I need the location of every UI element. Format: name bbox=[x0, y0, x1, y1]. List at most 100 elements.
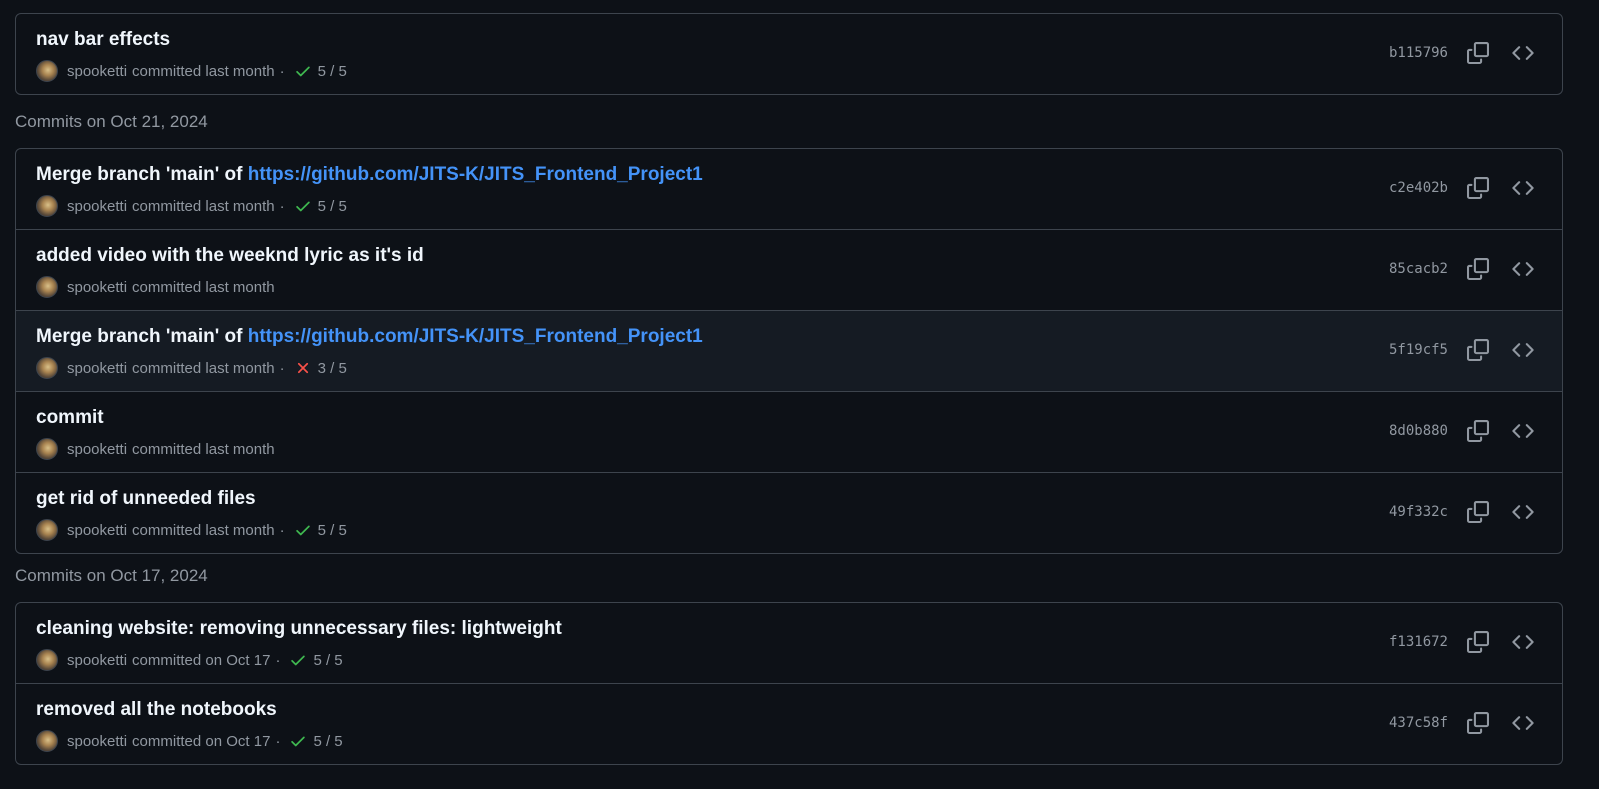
commit-group-header: Commits on Oct 17, 2024 bbox=[15, 566, 208, 585]
checks-count[interactable]: 5 / 5 bbox=[313, 652, 342, 669]
author-name[interactable]: spooketti bbox=[67, 522, 127, 539]
avatar[interactable] bbox=[36, 730, 58, 752]
avatar[interactable] bbox=[36, 60, 58, 82]
author-name[interactable]: spooketti bbox=[67, 652, 127, 669]
commit-meta: spooketti committed last month · 5 / 5 bbox=[36, 519, 347, 541]
commit-meta: spooketti committed on Oct 17 · 5 / 5 bbox=[36, 730, 343, 752]
meta-separator: · bbox=[275, 732, 281, 750]
commit-row[interactable]: get rid of unneeded files spooketti commit… bbox=[16, 472, 1562, 553]
commit-row[interactable]: commit spooketti committed last month 8d0b8… bbox=[16, 391, 1562, 472]
avatar[interactable] bbox=[36, 357, 58, 379]
commit-meta: spooketti committed last month bbox=[36, 276, 275, 298]
x-icon[interactable] bbox=[294, 359, 312, 377]
code-icon[interactable] bbox=[1510, 337, 1536, 363]
commit-time: committed last month bbox=[132, 521, 275, 539]
code-icon[interactable] bbox=[1510, 418, 1536, 444]
commit-list: Merge branch 'main' of https://github.co… bbox=[15, 148, 1563, 554]
check-icon[interactable] bbox=[294, 62, 312, 80]
commit-title[interactable]: Merge branch 'main' of https://github.co… bbox=[36, 326, 703, 348]
check-icon[interactable] bbox=[294, 197, 312, 215]
author-name[interactable]: spooketti bbox=[67, 279, 127, 296]
commit-meta: spooketti committed last month · 5 / 5 bbox=[36, 195, 347, 217]
commit-sha[interactable]: 8d0b880 bbox=[1389, 421, 1448, 441]
commit-message[interactable]: removed all the notebooks bbox=[36, 699, 277, 720]
avatar[interactable] bbox=[36, 195, 58, 217]
copy-icon[interactable] bbox=[1465, 256, 1491, 282]
commit-sha[interactable]: 49f332c bbox=[1389, 502, 1448, 522]
code-icon[interactable] bbox=[1510, 40, 1536, 66]
commit-sha[interactable]: b115796 bbox=[1389, 43, 1448, 63]
commit-row[interactable]: Merge branch 'main' of https://github.co… bbox=[16, 149, 1562, 229]
commit-row[interactable]: removed all the notebooks spooketti commit… bbox=[16, 683, 1562, 764]
commit-title[interactable]: cleaning website: removing unnecessary f… bbox=[36, 618, 562, 640]
author-name[interactable]: spooketti bbox=[67, 360, 127, 377]
commit-message-link[interactable]: https://github.com/JITS-K/JITS_Frontend_… bbox=[248, 326, 703, 347]
commit-sha[interactable]: 85cacb2 bbox=[1389, 259, 1448, 279]
code-icon[interactable] bbox=[1510, 256, 1536, 282]
author-name[interactable]: spooketti bbox=[67, 63, 127, 80]
commit-message[interactable]: Merge branch 'main' of bbox=[36, 326, 248, 347]
check-icon[interactable] bbox=[289, 732, 307, 750]
commit-sha[interactable]: f131672 bbox=[1389, 632, 1448, 652]
avatar[interactable] bbox=[36, 438, 58, 460]
commit-group-header: Commits on Oct 21, 2024 bbox=[15, 112, 208, 131]
code-icon[interactable] bbox=[1510, 499, 1536, 525]
commit-time: committed on Oct 17 bbox=[132, 651, 271, 669]
avatar[interactable] bbox=[36, 519, 58, 541]
meta-separator: · bbox=[279, 197, 285, 215]
commit-message[interactable]: Merge branch 'main' of bbox=[36, 164, 248, 185]
meta-separator: · bbox=[279, 62, 285, 80]
commit-time: committed on Oct 17 bbox=[132, 732, 271, 750]
commit-message[interactable]: get rid of unneeded files bbox=[36, 488, 256, 509]
commit-title[interactable]: get rid of unneeded files bbox=[36, 488, 256, 510]
author-name[interactable]: spooketti bbox=[67, 198, 127, 215]
copy-icon[interactable] bbox=[1465, 710, 1491, 736]
check-icon[interactable] bbox=[294, 521, 312, 539]
commit-sha[interactable]: 437c58f bbox=[1389, 713, 1448, 733]
commit-meta: spooketti committed last month · 5 / 5 bbox=[36, 60, 347, 82]
avatar[interactable] bbox=[36, 649, 58, 671]
commit-meta: spooketti committed on Oct 17 · 5 / 5 bbox=[36, 649, 343, 671]
commit-message-link[interactable]: https://github.com/JITS-K/JITS_Frontend_… bbox=[248, 164, 703, 185]
meta-separator: · bbox=[275, 651, 281, 669]
commit-row[interactable]: Merge branch 'main' of https://github.co… bbox=[16, 310, 1562, 391]
commit-time: committed last month bbox=[132, 62, 275, 80]
checks-count[interactable]: 5 / 5 bbox=[313, 733, 342, 750]
code-icon[interactable] bbox=[1510, 175, 1536, 201]
commit-title[interactable]: added video with the weeknd lyric as it'… bbox=[36, 245, 424, 267]
commit-row[interactable]: added video with the weeknd lyric as it'… bbox=[16, 229, 1562, 310]
commit-list: nav bar effects spooketti committed last m… bbox=[15, 13, 1563, 95]
commit-sha[interactable]: 5f19cf5 bbox=[1389, 340, 1448, 360]
code-icon[interactable] bbox=[1510, 710, 1536, 736]
copy-icon[interactable] bbox=[1465, 175, 1491, 201]
commit-message[interactable]: cleaning website: removing unnecessary f… bbox=[36, 618, 562, 639]
copy-icon[interactable] bbox=[1465, 629, 1491, 655]
commit-title[interactable]: Merge branch 'main' of https://github.co… bbox=[36, 164, 703, 186]
commit-title[interactable]: commit bbox=[36, 407, 104, 429]
author-name[interactable]: spooketti bbox=[67, 441, 127, 458]
checks-count[interactable]: 5 / 5 bbox=[318, 522, 347, 539]
copy-icon[interactable] bbox=[1465, 40, 1491, 66]
commit-row[interactable]: cleaning website: removing unnecessary f… bbox=[16, 603, 1562, 683]
commit-message[interactable]: commit bbox=[36, 407, 104, 428]
avatar[interactable] bbox=[36, 276, 58, 298]
checks-count[interactable]: 5 / 5 bbox=[318, 198, 347, 215]
commit-message[interactable]: nav bar effects bbox=[36, 29, 170, 50]
copy-icon[interactable] bbox=[1465, 337, 1491, 363]
check-icon[interactable] bbox=[289, 651, 307, 669]
copy-icon[interactable] bbox=[1465, 499, 1491, 525]
checks-count[interactable]: 5 / 5 bbox=[318, 63, 347, 80]
meta-separator: · bbox=[279, 359, 285, 377]
checks-count[interactable]: 3 / 5 bbox=[318, 360, 347, 377]
commit-message[interactable]: added video with the weeknd lyric as it'… bbox=[36, 245, 424, 266]
commit-sha[interactable]: c2e402b bbox=[1389, 178, 1448, 198]
copy-icon[interactable] bbox=[1465, 418, 1491, 444]
commit-meta: spooketti committed last month bbox=[36, 438, 275, 460]
author-name[interactable]: spooketti bbox=[67, 733, 127, 750]
code-icon[interactable] bbox=[1510, 629, 1536, 655]
commit-title[interactable]: nav bar effects bbox=[36, 29, 170, 51]
commit-row[interactable]: nav bar effects spooketti committed last m… bbox=[16, 14, 1562, 94]
commit-time: committed last month bbox=[132, 197, 275, 215]
commit-title[interactable]: removed all the notebooks bbox=[36, 699, 277, 721]
meta-separator: · bbox=[279, 521, 285, 539]
